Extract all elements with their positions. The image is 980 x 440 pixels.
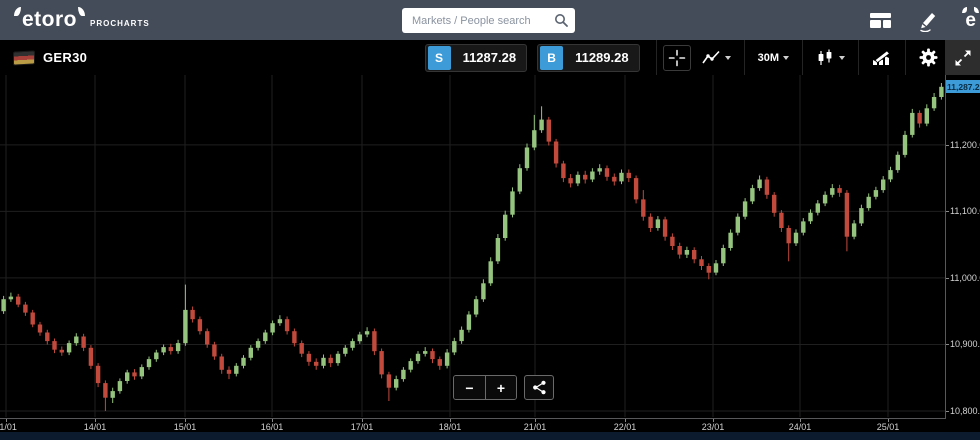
price-axis-tick: [946, 278, 949, 279]
expand-icon: [954, 49, 972, 67]
timeframe-label: 30M: [758, 52, 779, 64]
chevron-down-icon: [783, 56, 789, 60]
timeframe-dropdown[interactable]: 30M: [751, 44, 796, 72]
line-chart-type-icon: [702, 50, 721, 65]
symbol-label: GER30: [43, 50, 87, 65]
indicators-icon: [872, 50, 892, 66]
etoro-logo: etoro PROCHARTS: [14, 9, 150, 31]
time-axis-label: 17/01: [351, 422, 374, 432]
time-axis-label: 23/01: [702, 422, 725, 432]
price-axis-label: 11,100.00: [950, 206, 980, 216]
chart-type-dropdown[interactable]: [695, 44, 738, 72]
zoom-controls: − +: [453, 375, 554, 400]
logo-horn-right-icon: [78, 7, 85, 16]
share-button[interactable]: [524, 375, 554, 400]
germany-flag-icon: [14, 51, 34, 64]
time-axis-label: 21/01: [524, 422, 547, 432]
gear-icon: [919, 48, 938, 67]
sell-tag: S: [428, 46, 451, 70]
candle-style-dropdown[interactable]: [809, 44, 852, 72]
crosshair-icon: [668, 49, 686, 67]
top-bar: etoro PROCHARTS e: [0, 0, 980, 40]
crosshair-button[interactable]: [663, 45, 691, 71]
etoro-account-icon[interactable]: e: [965, 11, 976, 30]
search-icon: [554, 13, 568, 27]
fullscreen-button[interactable]: [945, 40, 980, 75]
toolbar-divider: [744, 40, 745, 75]
candlestick-icon: [816, 49, 835, 66]
logo-horn-left-icon: [14, 7, 21, 16]
logo-text: etoro: [22, 9, 77, 31]
procharts-label: PROCHARTS: [90, 19, 150, 28]
price-axis-label: 11,000.00: [950, 273, 980, 283]
etoro-logo-icon: etoro: [14, 9, 85, 31]
price-axis-label: 10,800.00: [950, 406, 980, 416]
time-axis[interactable]: 11/01 14/01 15/01 16/01 17/01 18/01 21/01 22/01…: [0, 418, 946, 432]
price-axis-tick: [946, 344, 949, 345]
time-axis-label: 16/01: [261, 422, 284, 432]
time-axis-label: 24/01: [789, 422, 812, 432]
layout-grid-icon[interactable]: [870, 13, 891, 28]
current-price-tag: 11,287.28: [946, 80, 980, 93]
price-axis-tick: [946, 211, 949, 212]
chart-toolbar: GER30 S 11287.28 B 11289.28: [0, 40, 980, 75]
sell-button[interactable]: S 11287.28: [425, 44, 528, 72]
search-box: [402, 8, 575, 33]
zoom-in-button[interactable]: +: [485, 376, 516, 399]
buy-price: 11289.28: [565, 50, 639, 65]
zoom-out-button[interactable]: −: [454, 376, 485, 399]
price-axis[interactable]: 11,287.28 11,200.00 11,100.00 11,000.00 10,…: [945, 75, 980, 418]
time-axis-label: 11/01: [0, 422, 17, 432]
chevron-down-icon: [725, 56, 731, 60]
time-axis-label: 22/01: [614, 422, 637, 432]
edit-pencil-icon[interactable]: [917, 8, 939, 32]
search-input[interactable]: [402, 8, 575, 33]
buy-button[interactable]: B 11289.28: [537, 44, 640, 72]
time-axis-label: 18/01: [439, 422, 462, 432]
indicators-button[interactable]: [865, 44, 899, 72]
toolbar-divider: [905, 40, 906, 75]
toolbar-divider: [656, 40, 657, 75]
time-axis-label: 14/01: [84, 422, 107, 432]
time-axis-label: 25/01: [877, 422, 900, 432]
price-axis-label: 10,900.00: [950, 339, 980, 349]
sell-price: 11287.28: [453, 50, 527, 65]
buy-tag: B: [540, 46, 563, 70]
time-axis-label: 15/01: [174, 422, 197, 432]
toolbar-divider: [802, 40, 803, 75]
toolbar-divider: [858, 40, 859, 75]
chevron-down-icon: [839, 56, 845, 60]
share-icon: [532, 380, 547, 395]
price-axis-label: 11,200.00: [950, 140, 980, 150]
price-axis-tick: [946, 145, 949, 146]
bottom-scroll-strip: [0, 432, 980, 440]
settings-button[interactable]: [912, 44, 945, 72]
candlestick-chart[interactable]: [0, 75, 945, 418]
price-axis-tick: [946, 411, 949, 412]
chart-area: 11,287.28 11,200.00 11,100.00 11,000.00 10,…: [0, 75, 980, 440]
